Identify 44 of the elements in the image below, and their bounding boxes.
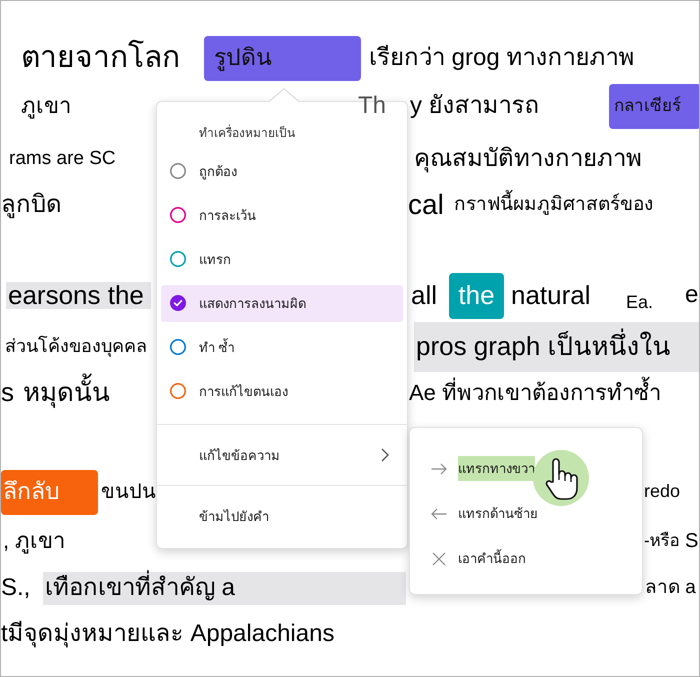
arrow-right-icon	[431, 462, 447, 474]
menu-item[interactable]: เอาคำนี้ออก	[410, 536, 642, 581]
marked-word[interactable]: รูปดิน	[204, 36, 361, 80]
document-text: S	[685, 529, 698, 553]
menu-option[interactable]: การแก้ไขตนเอง	[161, 369, 403, 413]
document-text: -หรือ	[644, 530, 680, 552]
document-text: ตายจากโลก	[21, 40, 180, 76]
marked-word[interactable]: กลาเซียร์	[609, 84, 699, 128]
document-text: s	[1, 377, 14, 409]
document-text: Th	[358, 92, 386, 120]
document-text: S.,	[1, 574, 30, 602]
document-text: natural	[511, 280, 590, 312]
document-text: ส่วนโค้งของบุคคล	[5, 336, 147, 358]
document-text: rams are SC	[9, 148, 116, 170]
document-text: e	[685, 281, 698, 310]
document-text: redo	[644, 481, 680, 503]
menu-option[interactable]: การละเว้น	[161, 193, 403, 237]
chevron-right-icon	[381, 448, 389, 462]
hand-cursor-icon	[533, 450, 589, 506]
menu-heading: ทำเครื่องหมายเป็น	[199, 124, 295, 142]
menu-item[interactable]: ข้ามไปยังคำ	[157, 486, 407, 546]
highlighted-text: earsons the	[6, 282, 151, 309]
document-text: ขนปน	[101, 480, 156, 504]
document-text: Ea.	[626, 292, 654, 314]
menu-option[interactable]: ทำ ซ้ำ	[161, 325, 403, 369]
menu-option[interactable]: แทรก	[161, 237, 403, 281]
menu-item[interactable]: แก้ไขข้อความ	[157, 425, 407, 485]
menu-option[interactable]: แสดงการลงนามผิด	[161, 284, 403, 322]
document-text: ลูกบิด	[1, 190, 62, 220]
highlighted-text: เทือกเขาที่สำคัญ a	[43, 572, 406, 604]
document-text: tมีจุดมุ่งหมายและ Appalachians	[1, 620, 334, 648]
document-text: เรียกว่า grog ทางกายภาพ	[369, 44, 634, 72]
document-text: คุณสมบัติทางกายภาพ	[414, 144, 642, 174]
document-text: ลาด a	[645, 576, 696, 600]
document-text: , ภูเขา	[3, 528, 66, 554]
document-text: y ยังสามารถ	[410, 92, 540, 120]
arrow-left-icon	[431, 508, 447, 520]
menu-item[interactable]: แทรกด้านซ้าย	[410, 491, 642, 536]
document-text: cal	[408, 188, 444, 222]
document-text: all	[411, 280, 438, 312]
document-text: ภูเขา	[21, 92, 71, 120]
highlighted-text: pros graph เป็นหนึ่งใน	[414, 322, 699, 372]
cross-icon	[432, 552, 446, 566]
menu-option[interactable]: ถูกต้อง	[161, 149, 403, 193]
